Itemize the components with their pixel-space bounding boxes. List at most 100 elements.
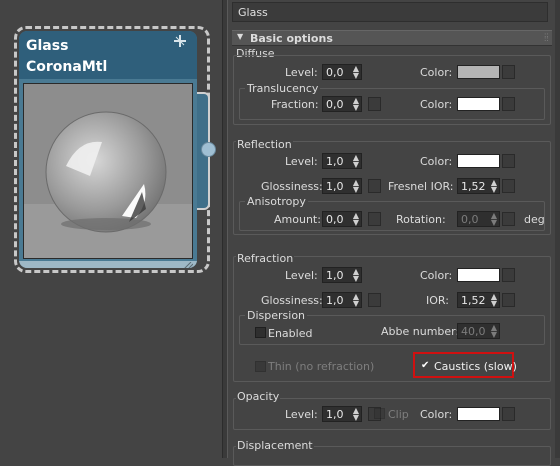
refraction-glossiness-spinner[interactable]: 1,0 ▲ ▼ <box>322 292 362 308</box>
reflection-glossiness-label: Glossiness: <box>261 180 323 193</box>
refraction-glossiness-label: Glossiness: <box>261 294 323 307</box>
drag-handle-icon[interactable]: :::: <box>544 32 550 43</box>
spinner-arrows-icon[interactable]: ▲ ▼ <box>353 212 359 227</box>
diffuse-color-label: Color: <box>420 66 453 79</box>
material-preview-image <box>23 83 193 259</box>
material-parameters-panel: Glass ▼ Basic options :::: Diffuse Level… <box>228 0 560 466</box>
translucency-fraction-map-button[interactable] <box>368 97 381 111</box>
anisotropy-amount-map-button[interactable] <box>368 212 381 226</box>
refraction-ior-spinner[interactable]: 1,52 ▲ ▼ <box>457 292 500 308</box>
resize-grip-icon[interactable] <box>179 260 194 268</box>
spinner-arrows-icon[interactable]: ▲ ▼ <box>491 179 497 194</box>
node-output-socket[interactable] <box>201 142 216 157</box>
opacity-clip-checkbox[interactable] <box>374 408 385 419</box>
opacity-clip-label: Clip <box>388 408 409 421</box>
refraction-ior-label: IOR: <box>426 294 449 307</box>
spinner-arrows-icon[interactable]: ▲ ▼ <box>491 212 497 227</box>
refraction-color-swatch[interactable] <box>457 268 500 282</box>
anisotropy-rotation-value: 0,0 <box>461 213 479 226</box>
material-name-field[interactable]: Glass <box>232 2 548 22</box>
thin-no-refraction-checkbox[interactable] <box>255 361 266 372</box>
spinner-arrows-icon[interactable]: ▲ ▼ <box>353 268 359 283</box>
refraction-ior-value: 1,52 <box>461 294 486 307</box>
anisotropy-amount-value: 0,0 <box>326 213 344 226</box>
reflection-level-label: Level: <box>285 155 318 168</box>
translucency-fraction-value: 0,0 <box>326 98 344 111</box>
spinner-arrows-icon[interactable]: ▲ ▼ <box>491 324 497 339</box>
reflection-glossiness-value: 1,0 <box>326 180 344 193</box>
diffuse-level-label: Level: <box>285 66 318 79</box>
rollout-title: Basic options <box>250 32 333 45</box>
caustics-label[interactable]: Caustics (slow) <box>434 360 517 373</box>
spinner-arrows-icon[interactable]: ▲ ▼ <box>353 179 359 194</box>
node-title: Glass <box>26 38 69 54</box>
refraction-color-map-button[interactable] <box>502 268 515 282</box>
dispersion-enabled-checkbox[interactable] <box>255 327 266 338</box>
anisotropy-rotation-label: Rotation: <box>396 213 446 226</box>
fresnel-ior-map-button[interactable] <box>502 179 515 193</box>
spinner-arrows-icon[interactable]: ▲ ▼ <box>353 65 359 80</box>
caustics-checkbox[interactable]: ✔ <box>421 360 429 371</box>
reflection-color-swatch[interactable] <box>457 154 500 168</box>
diffuse-level-spinner[interactable]: 0,0 ▲ ▼ <box>322 64 362 80</box>
opacity-title: Opacity <box>236 390 281 403</box>
node-header[interactable]: Glass CoronaMtl <box>19 31 197 79</box>
reflection-title: Reflection <box>236 138 293 151</box>
abbe-number-value: 40,0 <box>461 325 486 338</box>
spinner-arrows-icon[interactable]: ▲ ▼ <box>353 97 359 112</box>
anisotropy-amount-label: Amount: <box>274 213 321 226</box>
opacity-color-swatch[interactable] <box>457 407 500 421</box>
translucency-title: Translucency <box>245 82 321 95</box>
opacity-level-spinner[interactable]: 1,0 ▲ ▼ <box>322 406 362 422</box>
opacity-color-label: Color: <box>420 408 453 421</box>
refraction-level-label: Level: <box>285 269 318 282</box>
refraction-glossiness-value: 1,0 <box>326 294 344 307</box>
material-node[interactable]: Glass CoronaMtl <box>19 31 197 268</box>
opacity-color-map-button[interactable] <box>502 407 515 421</box>
anisotropy-rotation-map-button[interactable] <box>502 212 515 226</box>
reflection-glossiness-spinner[interactable]: 1,0 ▲ ▼ <box>322 178 362 194</box>
node-footer <box>19 261 197 268</box>
basic-options-rollout-header[interactable]: ▼ Basic options :::: <box>232 30 552 46</box>
dispersion-title: Dispersion <box>245 309 308 322</box>
diffuse-color-map-button[interactable] <box>502 65 515 79</box>
refraction-level-value: 1,0 <box>326 269 344 282</box>
spinner-arrows-icon[interactable]: ▲ ▼ <box>353 407 359 422</box>
refraction-color-label: Color: <box>420 269 453 282</box>
anisotropy-rotation-spinner[interactable]: 0,0 ▲ ▼ <box>457 211 500 227</box>
dispersion-enabled-label: Enabled <box>268 327 313 340</box>
collapse-triangle-icon: ▼ <box>237 32 244 41</box>
refraction-title: Refraction <box>236 252 295 265</box>
diffuse-level-value: 0,0 <box>326 66 344 79</box>
panel-scrollbar[interactable] <box>555 0 560 458</box>
refraction-glossiness-map-button[interactable] <box>368 293 381 307</box>
reflection-color-map-button[interactable] <box>502 154 515 168</box>
node-editor-view[interactable]: Glass CoronaMtl <box>0 0 222 458</box>
spinner-arrows-icon[interactable]: ▲ ▼ <box>353 154 359 169</box>
refraction-ior-map-button[interactable] <box>502 293 515 307</box>
spinner-arrows-icon[interactable]: ▲ ▼ <box>491 293 497 308</box>
reflection-level-value: 1,0 <box>326 155 344 168</box>
reflection-level-spinner[interactable]: 1,0 ▲ ▼ <box>322 153 362 169</box>
spinner-arrows-icon[interactable]: ▲ ▼ <box>353 293 359 308</box>
translucency-color-map-button[interactable] <box>502 97 515 111</box>
displacement-title: Displacement <box>236 439 314 452</box>
node-subtitle: CoronaMtl <box>26 59 108 75</box>
pin-icon[interactable] <box>174 35 186 47</box>
thin-no-refraction-label: Thin (no refraction) <box>268 360 375 373</box>
fresnel-ior-label: Fresnel IOR: <box>388 180 454 193</box>
anisotropy-title: Anisotropy <box>245 195 308 208</box>
fresnel-ior-spinner[interactable]: 1,52 ▲ ▼ <box>457 178 500 194</box>
translucency-fraction-label: Fraction: <box>271 98 319 111</box>
diffuse-color-swatch[interactable] <box>457 65 500 79</box>
abbe-number-label: Abbe number: <box>381 325 460 338</box>
opacity-level-value: 1,0 <box>326 408 344 421</box>
refraction-level-spinner[interactable]: 1,0 ▲ ▼ <box>322 267 362 283</box>
fresnel-ior-value: 1,52 <box>461 180 486 193</box>
translucency-color-swatch[interactable] <box>457 97 500 111</box>
translucency-fraction-spinner[interactable]: 0,0 ▲ ▼ <box>322 96 362 112</box>
abbe-number-spinner[interactable]: 40,0 ▲ ▼ <box>457 323 500 339</box>
anisotropy-amount-spinner[interactable]: 0,0 ▲ ▼ <box>322 211 362 227</box>
opacity-level-label: Level: <box>285 408 318 421</box>
reflection-glossiness-map-button[interactable] <box>368 179 381 193</box>
